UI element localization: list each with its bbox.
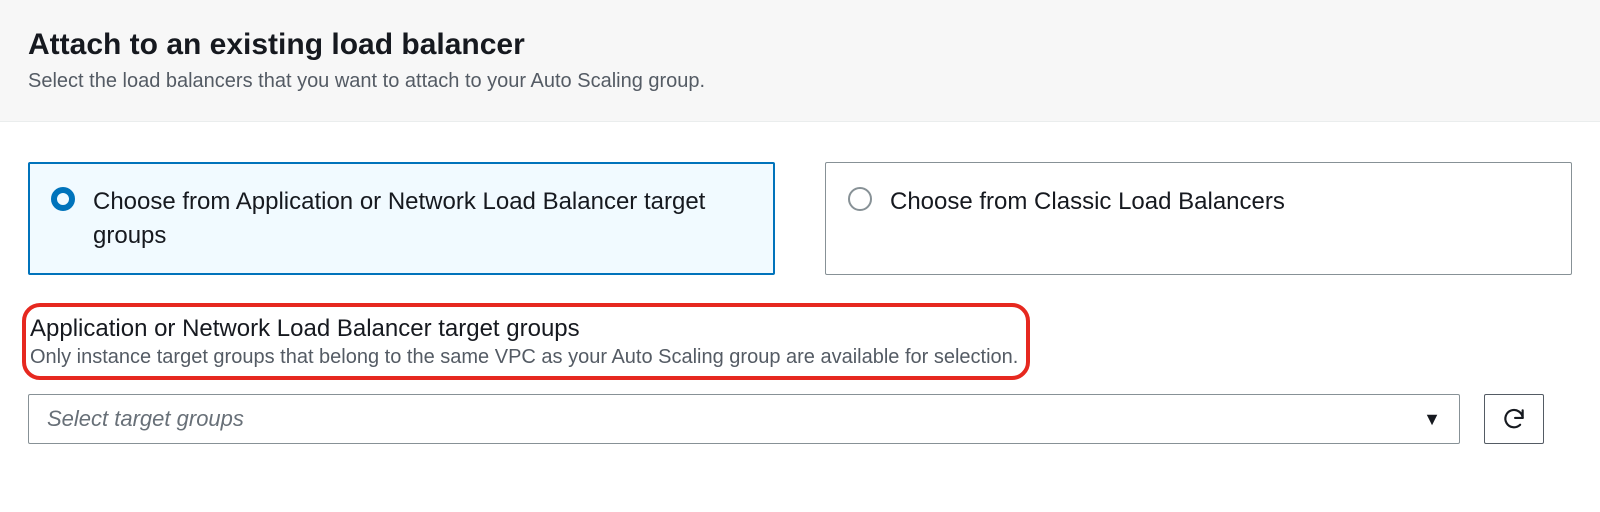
option-alb-nlb-label: Choose from Application or Network Load … <box>93 185 750 252</box>
radio-unselected-icon <box>848 187 872 211</box>
target-groups-select[interactable]: Select target groups ▼ <box>28 394 1460 444</box>
highlight-annotation: Application or Network Load Balancer tar… <box>22 303 1030 380</box>
option-classic-label: Choose from Classic Load Balancers <box>890 185 1285 219</box>
lb-type-options: Choose from Application or Network Load … <box>28 162 1572 275</box>
target-groups-title: Application or Network Load Balancer tar… <box>30 313 1018 344</box>
chevron-down-icon: ▼ <box>1423 409 1441 430</box>
target-groups-description: Only instance target groups that belong … <box>30 344 1018 370</box>
radio-selected-icon <box>51 187 75 211</box>
option-alb-nlb-target-groups[interactable]: Choose from Application or Network Load … <box>28 162 775 275</box>
section-body: Choose from Application or Network Load … <box>0 122 1600 444</box>
refresh-button[interactable] <box>1484 394 1544 444</box>
section-description: Select the load balancers that you want … <box>28 70 1572 93</box>
section-header: Attach to an existing load balancer Sele… <box>0 0 1600 122</box>
refresh-icon <box>1501 406 1527 432</box>
target-groups-select-row: Select target groups ▼ <box>28 394 1572 444</box>
section-title: Attach to an existing load balancer <box>28 28 1572 62</box>
target-groups-section: Application or Network Load Balancer tar… <box>28 303 1572 380</box>
target-groups-select-placeholder: Select target groups <box>47 406 244 432</box>
option-classic-lb[interactable]: Choose from Classic Load Balancers <box>825 162 1572 275</box>
